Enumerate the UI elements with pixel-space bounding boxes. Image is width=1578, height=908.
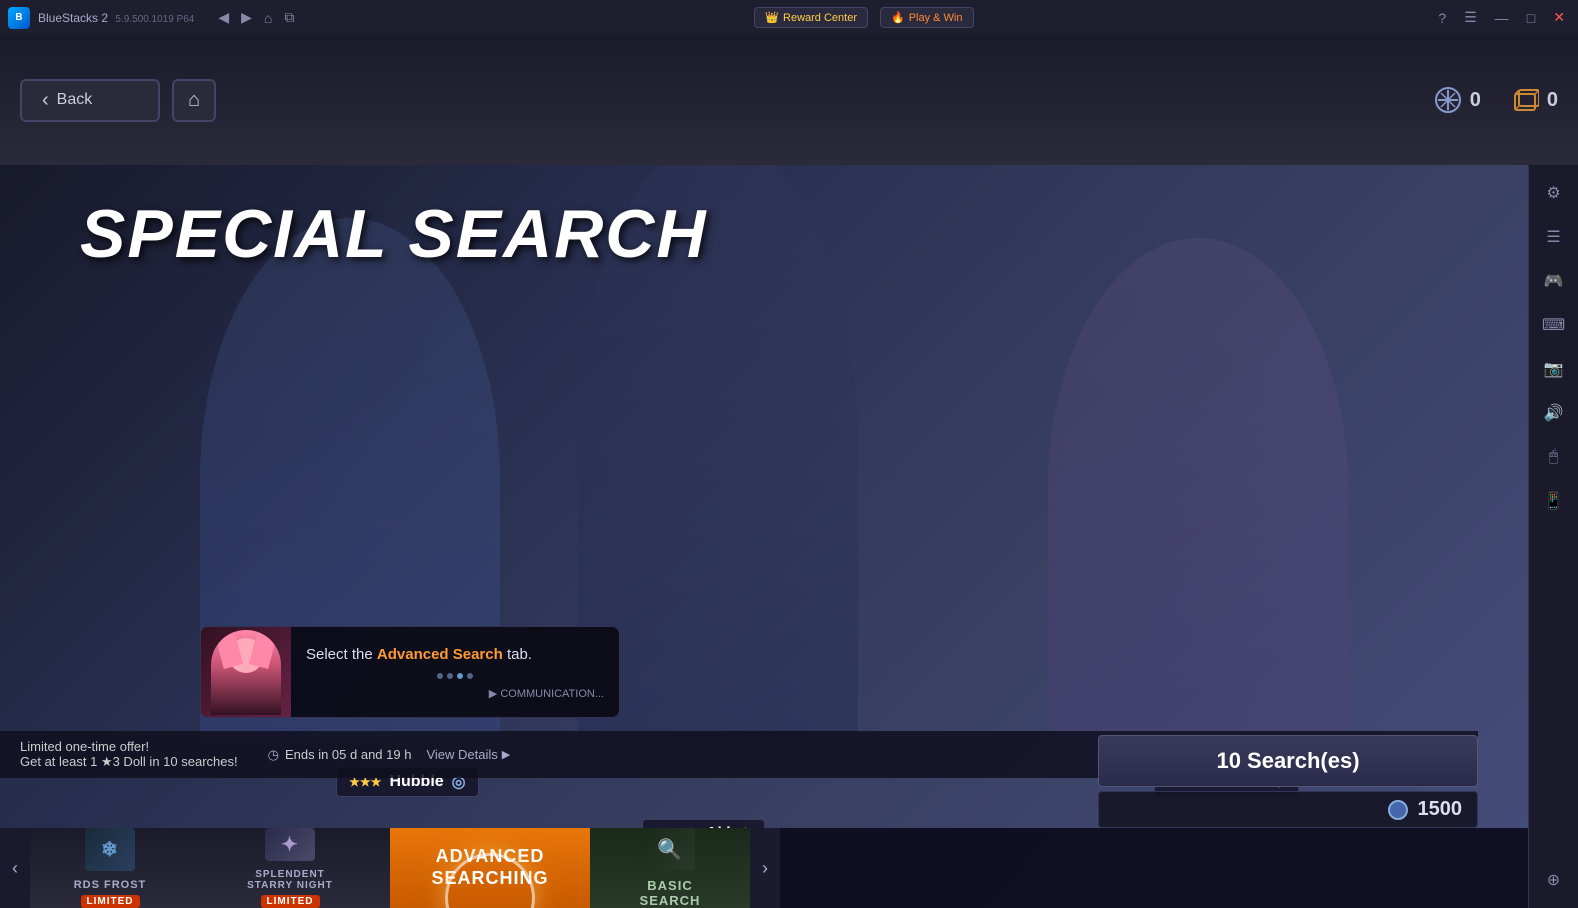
tab-rds-frost-thumbnail: ❄ <box>85 828 135 871</box>
limited-offer-text: Limited one-time offer! Get at least 1 ★… <box>20 739 238 770</box>
resource-2: 0 <box>1511 86 1558 114</box>
menu-icon[interactable]: ☰ <box>1459 7 1482 28</box>
panel-audio-icon[interactable]: 🔊 <box>1536 395 1572 431</box>
snowflake-resource-icon <box>1434 86 1462 114</box>
tab-advanced-searching[interactable]: ADVANCEDSEARCHING <box>390 828 590 908</box>
resource-display: 0 0 <box>1434 86 1558 114</box>
maximize-icon[interactable]: □ <box>1522 8 1540 28</box>
resource-1: 0 <box>1434 86 1481 114</box>
titlebar-left: B BlueStacks 2 5.9.500.1019 P64 ◀ ▶ ⌂ ⧉ <box>8 7 294 29</box>
titlebar: B BlueStacks 2 5.9.500.1019 P64 ◀ ▶ ⌂ ⧉ … <box>0 0 1578 35</box>
play-win-button[interactable]: 🔥 Play & Win <box>880 7 974 28</box>
crown-icon: 👑 <box>765 11 779 24</box>
clock-icon: ◷ <box>268 747 279 763</box>
panel-camera-icon[interactable]: 📷 <box>1536 351 1572 387</box>
app-title: BlueStacks 2 5.9.500.1019 P64 <box>38 11 194 25</box>
reward-center-button[interactable]: 👑 Reward Center <box>754 7 868 28</box>
panel-mouse-icon[interactable]: 🖱 <box>1536 439 1572 475</box>
tutorial-highlight: Advanced Search <box>377 646 503 663</box>
tutorial-popup: Select the Advanced Search tab. ▶ COMMUN… <box>200 626 620 718</box>
bluestacks-logo: B <box>8 7 30 29</box>
tab-basic-search[interactable]: 🔍 BASICSEARCH <box>590 828 750 908</box>
panel-keyboard-icon[interactable]: ⌨ <box>1536 307 1572 343</box>
titlebar-right: ? ☰ — □ ✕ <box>1433 7 1570 28</box>
back-chevron-icon: ‹ <box>42 89 49 112</box>
tutorial-message: Select the Advanced Search tab. <box>306 644 604 667</box>
titlebar-center: 👑 Reward Center 🔥 Play & Win <box>754 7 973 28</box>
home-button[interactable]: ⌂ <box>172 79 216 122</box>
view-details-button[interactable]: View Details ▶ <box>426 747 510 762</box>
tab-rds-frost-badge: Limited <box>81 895 140 908</box>
dot-2 <box>447 673 453 679</box>
tutorial-tag: ▶ COMMUNICATION... <box>306 687 604 700</box>
panel-phone-icon[interactable]: 📱 <box>1536 483 1572 519</box>
panel-gamepad-icon[interactable]: 🎮 <box>1536 263 1572 299</box>
home-nav-icon[interactable]: ⌂ <box>264 10 272 26</box>
tutorial-text-area: Select the Advanced Search tab. ▶ COMMUN… <box>291 627 619 717</box>
tab-splendent-thumbnail: ✦ <box>265 828 315 861</box>
nanaka-character <box>1048 238 1348 738</box>
back-nav-icon[interactable]: ◀ <box>218 9 229 26</box>
tab-splendent[interactable]: ✦ SPLENDENTSTARRY NIGHT Limited <box>190 828 390 908</box>
tabs-area: ‹ ❄ RDS FROST Limited ✦ SPLENDENTSTARRY … <box>0 828 1528 908</box>
right-panel: ⚙ ☰ 🎮 ⌨ 📷 🔊 🖱 📱 ⊕ <box>1528 165 1578 908</box>
minimize-icon[interactable]: — <box>1490 8 1514 28</box>
tabs-right-arrow[interactable]: › <box>750 828 780 908</box>
cost-amount: 1500 <box>1418 798 1463 821</box>
timer-info: ◷ Ends in 05 d and 19 h <box>268 747 412 763</box>
search-button-area: 10 Search(es) 1500 <box>1098 735 1478 828</box>
search-cost-display: 1500 <box>1098 791 1478 828</box>
tabs-left-arrow[interactable]: ‹ <box>0 828 30 908</box>
panel-menu-icon[interactable]: ☰ <box>1536 219 1572 255</box>
help-icon[interactable]: ? <box>1433 8 1451 28</box>
titlebar-nav: ◀ ▶ ⌂ ⧉ <box>218 9 294 26</box>
dot-3 <box>457 673 463 679</box>
tab-splendent-badge: Limited <box>261 895 320 908</box>
close-icon[interactable]: ✕ <box>1548 7 1570 28</box>
main-content: ‹ Back ⌂ 0 <box>0 35 1578 908</box>
tab-rds-frost[interactable]: ❄ RDS FROST Limited <box>30 828 190 908</box>
forward-nav-icon[interactable]: ▶ <box>241 9 252 26</box>
panel-add-icon[interactable]: ⊕ <box>1536 862 1572 898</box>
dot-1 <box>437 673 443 679</box>
game-area: SPECIAL SEARCH ★★★ Hubble ◎ ★★★★ Aki ✦ ★ <box>0 165 1528 908</box>
top-bar: ‹ Back ⌂ 0 <box>0 35 1578 165</box>
dot-4 <box>467 673 473 679</box>
tutorial-indicator <box>306 673 604 679</box>
cube-resource-icon <box>1511 86 1539 114</box>
search-button[interactable]: 10 Search(es) <box>1098 735 1478 787</box>
fire-icon: 🔥 <box>891 11 905 24</box>
duplicate-nav-icon[interactable]: ⧉ <box>284 9 294 26</box>
back-button[interactable]: ‹ Back <box>20 79 160 122</box>
tab-basic-search-thumbnail: 🔍 <box>645 828 695 870</box>
tutorial-avatar <box>201 627 291 717</box>
currency-icon <box>1388 800 1408 820</box>
special-search-title: SPECIAL SEARCH <box>80 195 708 273</box>
panel-settings-icon[interactable]: ⚙ <box>1536 175 1572 211</box>
